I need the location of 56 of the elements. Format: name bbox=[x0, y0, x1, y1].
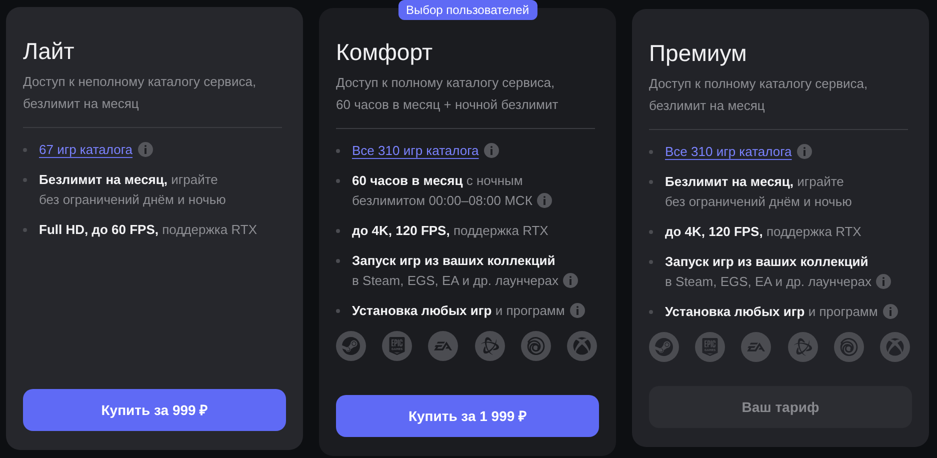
bullet-icon bbox=[649, 150, 653, 154]
plan-title: Комфорт bbox=[336, 38, 434, 66]
bullet-icon bbox=[23, 228, 27, 232]
feature-text: до 4K, 120 FPS, поддержка RTX bbox=[665, 223, 862, 241]
info-icon[interactable] bbox=[796, 144, 812, 159]
info-icon[interactable] bbox=[570, 303, 585, 318]
bullet-icon bbox=[649, 180, 653, 184]
bullet-icon bbox=[649, 310, 653, 314]
xbox-logo-icon bbox=[566, 331, 597, 361]
feature-text: Установка любых игр и программ bbox=[665, 303, 878, 321]
bullet-icon bbox=[336, 229, 340, 233]
epic-games-logo-icon bbox=[695, 332, 726, 362]
bullet-icon bbox=[336, 259, 340, 263]
info-icon[interactable] bbox=[537, 193, 552, 208]
bullet-icon bbox=[23, 148, 27, 152]
info-icon[interactable] bbox=[138, 142, 153, 157]
feature-text: Запуск игр из ваших коллекций в Steam, EGS, EA и др. лаунчерах bbox=[352, 252, 558, 290]
plan-title: Лайт bbox=[23, 37, 76, 65]
bullet-icon bbox=[336, 149, 340, 153]
catalog-link[interactable]: Все 310 игр каталога bbox=[665, 142, 792, 162]
steam-logo-icon bbox=[649, 332, 679, 362]
plan-description: Доступ к неполному каталогу сервиса, безлимит на месяц bbox=[23, 73, 258, 113]
epic-games-logo-icon bbox=[382, 331, 412, 361]
plan-description: Доступ к полному каталогу сервиса, безлимит на месяц bbox=[649, 75, 869, 115]
feature-text: Запуск игр из ваших коллекций в Steam, EGS, EA и др. лаунчерах bbox=[665, 253, 872, 291]
buy-button[interactable]: Купить за 1 999 ₽ bbox=[336, 395, 599, 437]
info-icon[interactable] bbox=[876, 274, 892, 289]
bullet-icon bbox=[649, 260, 653, 264]
xbox-logo-icon bbox=[880, 332, 910, 362]
plan-title: Премиум bbox=[649, 39, 748, 67]
bullet-icon bbox=[649, 230, 653, 234]
feature-text: Full HD, до 60 FPS, поддержка RTX bbox=[39, 221, 258, 239]
bullet-icon bbox=[336, 179, 340, 183]
battle-net-logo-icon bbox=[474, 331, 505, 361]
feature-text: Установка любых игр и программ bbox=[352, 302, 565, 320]
info-icon[interactable] bbox=[563, 273, 578, 288]
steam-logo-icon bbox=[336, 331, 366, 361]
bullet-icon bbox=[23, 178, 27, 182]
catalog-link[interactable]: 67 игр каталога bbox=[39, 140, 133, 160]
info-icon[interactable] bbox=[484, 143, 499, 158]
feature-text: до 4K, 120 FPS, поддержка RTX bbox=[352, 222, 548, 240]
ea-logo-icon bbox=[428, 331, 458, 361]
feature-text: 60 часов в месяц с ночным безлимитом 00:00–08:00 МСК bbox=[352, 172, 532, 210]
catalog-link[interactable]: Все 310 игр каталога bbox=[352, 141, 479, 161]
ubisoft-logo-icon bbox=[520, 331, 551, 361]
ea-logo-icon bbox=[741, 332, 772, 362]
buy-button[interactable]: Купить за 999 ₽ bbox=[23, 389, 286, 431]
feature-text: Безлимит на месяц, играйте без ограничений днём и ночью bbox=[39, 171, 226, 209]
ubisoft-logo-icon bbox=[834, 332, 864, 362]
bullet-icon bbox=[336, 309, 340, 313]
plan-description: Доступ к полному каталогу сервиса, 60 часов в месяц + ночной безлимит bbox=[336, 74, 560, 114]
feature-text: Безлимит на месяц, играйте без ограничений днём и ночью bbox=[665, 173, 852, 211]
current-plan-button[interactable]: Ваш тариф bbox=[649, 386, 912, 428]
info-icon[interactable] bbox=[882, 304, 898, 319]
popular-badge: Выбор пользователей bbox=[398, 0, 538, 20]
battle-net-logo-icon bbox=[788, 332, 818, 362]
